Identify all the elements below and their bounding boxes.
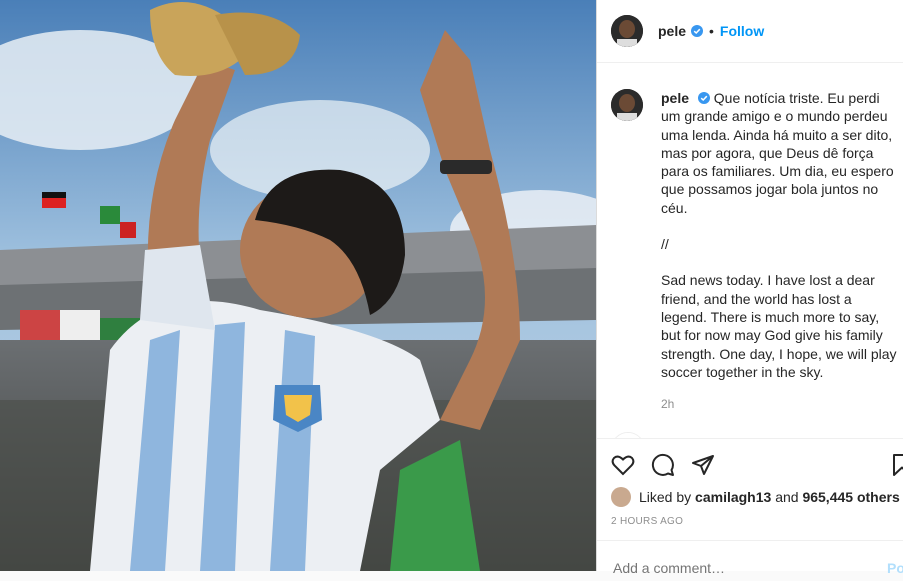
post-image[interactable]: [0, 0, 596, 571]
verified-badge-icon: [697, 92, 710, 104]
follow-button[interactable]: Follow: [720, 23, 764, 39]
liker-avatar[interactable]: [611, 487, 631, 507]
avatar-image: [611, 15, 643, 47]
caption-comment: pele Que notícia triste. Eu perdi um gra…: [597, 63, 903, 399]
separator-dot: •: [709, 23, 714, 39]
caption-time[interactable]: 2h: [661, 397, 903, 411]
caption-paragraph: //: [661, 236, 669, 253]
likes-summary: Liked by camilagh13 and 965,445 others: [611, 487, 900, 507]
post-header: pele • Follow: [597, 0, 903, 63]
share-icon[interactable]: [691, 453, 715, 477]
post-timestamp[interactable]: 2 HOURS AGO: [611, 516, 683, 527]
caption-paragraph: Que notícia triste. Eu perdi um grande a…: [661, 90, 894, 216]
liker-username[interactable]: camilagh13: [695, 489, 771, 505]
likes-joiner: and: [775, 489, 799, 505]
post-side-panel: pele • Follow pele Que notícia triste. E…: [596, 0, 903, 577]
avatar-image: [611, 89, 643, 121]
caption-username[interactable]: pele: [661, 90, 689, 106]
verified-badge-icon: [691, 25, 704, 37]
likes-others[interactable]: 965,445 others: [802, 489, 899, 505]
caption-paragraph: Sad news today. I have lost a dear frien…: [661, 272, 897, 380]
caption-text: pele Que notícia triste. Eu perdi um gra…: [661, 89, 899, 399]
comment-box: Post: [597, 540, 903, 581]
heart-icon[interactable]: [611, 453, 635, 477]
comment-input[interactable]: [611, 559, 865, 577]
comment-icon[interactable]: [651, 453, 675, 477]
post-photo: [0, 0, 596, 571]
bookmark-icon[interactable]: [890, 453, 903, 477]
post-username[interactable]: pele: [658, 23, 686, 39]
action-bar: [597, 438, 903, 489]
post-comment-button[interactable]: Post: [887, 560, 903, 576]
avatar[interactable]: [611, 15, 643, 47]
likes-prefix: Liked by: [639, 489, 692, 505]
comments-list[interactable]: pele Que notícia triste. Eu perdi um gra…: [597, 63, 903, 438]
caption-avatar[interactable]: [611, 89, 643, 121]
